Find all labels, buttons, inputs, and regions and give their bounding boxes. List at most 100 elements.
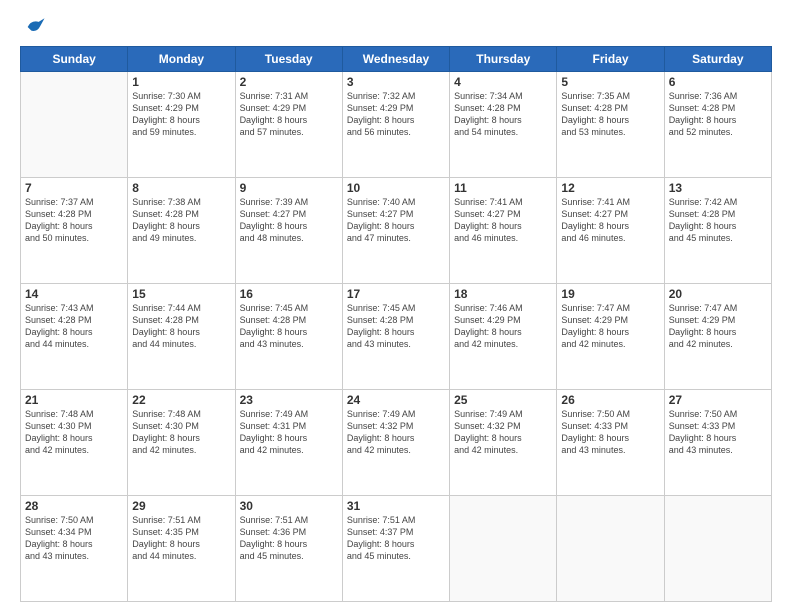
calendar-cell: 18Sunrise: 7:46 AM Sunset: 4:29 PM Dayli…: [450, 284, 557, 390]
calendar-cell: 19Sunrise: 7:47 AM Sunset: 4:29 PM Dayli…: [557, 284, 664, 390]
cell-info: Sunrise: 7:30 AM Sunset: 4:29 PM Dayligh…: [132, 90, 230, 139]
cell-info: Sunrise: 7:49 AM Sunset: 4:32 PM Dayligh…: [454, 408, 552, 457]
calendar-cell: 25Sunrise: 7:49 AM Sunset: 4:32 PM Dayli…: [450, 390, 557, 496]
day-number: 27: [669, 393, 767, 407]
calendar-cell: 5Sunrise: 7:35 AM Sunset: 4:28 PM Daylig…: [557, 72, 664, 178]
day-number: 1: [132, 75, 230, 89]
day-number: 22: [132, 393, 230, 407]
cell-info: Sunrise: 7:41 AM Sunset: 4:27 PM Dayligh…: [454, 196, 552, 245]
day-number: 14: [25, 287, 123, 301]
calendar-week-1: 1Sunrise: 7:30 AM Sunset: 4:29 PM Daylig…: [21, 72, 772, 178]
calendar-cell: 31Sunrise: 7:51 AM Sunset: 4:37 PM Dayli…: [342, 496, 449, 602]
calendar-cell: 28Sunrise: 7:50 AM Sunset: 4:34 PM Dayli…: [21, 496, 128, 602]
day-headers-row: SundayMondayTuesdayWednesdayThursdayFrid…: [21, 47, 772, 72]
logo-icon: [24, 16, 46, 38]
cell-info: Sunrise: 7:43 AM Sunset: 4:28 PM Dayligh…: [25, 302, 123, 351]
day-header-tuesday: Tuesday: [235, 47, 342, 72]
cell-info: Sunrise: 7:51 AM Sunset: 4:35 PM Dayligh…: [132, 514, 230, 563]
calendar-cell: [21, 72, 128, 178]
cell-info: Sunrise: 7:47 AM Sunset: 4:29 PM Dayligh…: [669, 302, 767, 351]
cell-info: Sunrise: 7:50 AM Sunset: 4:33 PM Dayligh…: [561, 408, 659, 457]
cell-info: Sunrise: 7:48 AM Sunset: 4:30 PM Dayligh…: [25, 408, 123, 457]
cell-info: Sunrise: 7:49 AM Sunset: 4:32 PM Dayligh…: [347, 408, 445, 457]
day-number: 2: [240, 75, 338, 89]
calendar-cell: 24Sunrise: 7:49 AM Sunset: 4:32 PM Dayli…: [342, 390, 449, 496]
calendar-cell: 4Sunrise: 7:34 AM Sunset: 4:28 PM Daylig…: [450, 72, 557, 178]
calendar-cell: [664, 496, 771, 602]
calendar-cell: [450, 496, 557, 602]
cell-info: Sunrise: 7:51 AM Sunset: 4:37 PM Dayligh…: [347, 514, 445, 563]
calendar-table: SundayMondayTuesdayWednesdayThursdayFrid…: [20, 46, 772, 602]
cell-info: Sunrise: 7:45 AM Sunset: 4:28 PM Dayligh…: [347, 302, 445, 351]
cell-info: Sunrise: 7:35 AM Sunset: 4:28 PM Dayligh…: [561, 90, 659, 139]
cell-info: Sunrise: 7:37 AM Sunset: 4:28 PM Dayligh…: [25, 196, 123, 245]
day-header-friday: Friday: [557, 47, 664, 72]
day-number: 31: [347, 499, 445, 513]
day-number: 26: [561, 393, 659, 407]
calendar-cell: 21Sunrise: 7:48 AM Sunset: 4:30 PM Dayli…: [21, 390, 128, 496]
cell-info: Sunrise: 7:39 AM Sunset: 4:27 PM Dayligh…: [240, 196, 338, 245]
day-number: 18: [454, 287, 552, 301]
logo: [20, 18, 46, 38]
day-header-wednesday: Wednesday: [342, 47, 449, 72]
calendar-cell: 29Sunrise: 7:51 AM Sunset: 4:35 PM Dayli…: [128, 496, 235, 602]
calendar-cell: 16Sunrise: 7:45 AM Sunset: 4:28 PM Dayli…: [235, 284, 342, 390]
cell-info: Sunrise: 7:38 AM Sunset: 4:28 PM Dayligh…: [132, 196, 230, 245]
day-number: 6: [669, 75, 767, 89]
day-number: 29: [132, 499, 230, 513]
day-number: 10: [347, 181, 445, 195]
calendar-cell: [557, 496, 664, 602]
cell-info: Sunrise: 7:40 AM Sunset: 4:27 PM Dayligh…: [347, 196, 445, 245]
day-number: 8: [132, 181, 230, 195]
day-number: 13: [669, 181, 767, 195]
day-header-saturday: Saturday: [664, 47, 771, 72]
calendar-cell: 1Sunrise: 7:30 AM Sunset: 4:29 PM Daylig…: [128, 72, 235, 178]
calendar-cell: 20Sunrise: 7:47 AM Sunset: 4:29 PM Dayli…: [664, 284, 771, 390]
calendar-cell: 12Sunrise: 7:41 AM Sunset: 4:27 PM Dayli…: [557, 178, 664, 284]
cell-info: Sunrise: 7:51 AM Sunset: 4:36 PM Dayligh…: [240, 514, 338, 563]
calendar-cell: 2Sunrise: 7:31 AM Sunset: 4:29 PM Daylig…: [235, 72, 342, 178]
day-number: 7: [25, 181, 123, 195]
cell-info: Sunrise: 7:34 AM Sunset: 4:28 PM Dayligh…: [454, 90, 552, 139]
calendar-cell: 26Sunrise: 7:50 AM Sunset: 4:33 PM Dayli…: [557, 390, 664, 496]
calendar-body: 1Sunrise: 7:30 AM Sunset: 4:29 PM Daylig…: [21, 72, 772, 602]
day-number: 25: [454, 393, 552, 407]
day-number: 19: [561, 287, 659, 301]
day-number: 23: [240, 393, 338, 407]
day-header-monday: Monday: [128, 47, 235, 72]
day-number: 9: [240, 181, 338, 195]
day-number: 12: [561, 181, 659, 195]
cell-info: Sunrise: 7:31 AM Sunset: 4:29 PM Dayligh…: [240, 90, 338, 139]
cell-info: Sunrise: 7:46 AM Sunset: 4:29 PM Dayligh…: [454, 302, 552, 351]
calendar-cell: 30Sunrise: 7:51 AM Sunset: 4:36 PM Dayli…: [235, 496, 342, 602]
calendar-cell: 6Sunrise: 7:36 AM Sunset: 4:28 PM Daylig…: [664, 72, 771, 178]
day-number: 16: [240, 287, 338, 301]
day-number: 5: [561, 75, 659, 89]
calendar-cell: 22Sunrise: 7:48 AM Sunset: 4:30 PM Dayli…: [128, 390, 235, 496]
calendar-cell: 10Sunrise: 7:40 AM Sunset: 4:27 PM Dayli…: [342, 178, 449, 284]
cell-info: Sunrise: 7:32 AM Sunset: 4:29 PM Dayligh…: [347, 90, 445, 139]
cell-info: Sunrise: 7:44 AM Sunset: 4:28 PM Dayligh…: [132, 302, 230, 351]
calendar-cell: 27Sunrise: 7:50 AM Sunset: 4:33 PM Dayli…: [664, 390, 771, 496]
page: SundayMondayTuesdayWednesdayThursdayFrid…: [0, 0, 792, 612]
cell-info: Sunrise: 7:41 AM Sunset: 4:27 PM Dayligh…: [561, 196, 659, 245]
day-number: 20: [669, 287, 767, 301]
day-number: 4: [454, 75, 552, 89]
cell-info: Sunrise: 7:42 AM Sunset: 4:28 PM Dayligh…: [669, 196, 767, 245]
calendar-cell: 3Sunrise: 7:32 AM Sunset: 4:29 PM Daylig…: [342, 72, 449, 178]
day-number: 30: [240, 499, 338, 513]
calendar-cell: 13Sunrise: 7:42 AM Sunset: 4:28 PM Dayli…: [664, 178, 771, 284]
day-number: 21: [25, 393, 123, 407]
day-header-thursday: Thursday: [450, 47, 557, 72]
calendar-cell: 8Sunrise: 7:38 AM Sunset: 4:28 PM Daylig…: [128, 178, 235, 284]
day-number: 24: [347, 393, 445, 407]
calendar-week-4: 21Sunrise: 7:48 AM Sunset: 4:30 PM Dayli…: [21, 390, 772, 496]
calendar-week-2: 7Sunrise: 7:37 AM Sunset: 4:28 PM Daylig…: [21, 178, 772, 284]
cell-info: Sunrise: 7:36 AM Sunset: 4:28 PM Dayligh…: [669, 90, 767, 139]
day-number: 11: [454, 181, 552, 195]
calendar-cell: 9Sunrise: 7:39 AM Sunset: 4:27 PM Daylig…: [235, 178, 342, 284]
calendar-week-5: 28Sunrise: 7:50 AM Sunset: 4:34 PM Dayli…: [21, 496, 772, 602]
calendar-cell: 14Sunrise: 7:43 AM Sunset: 4:28 PM Dayli…: [21, 284, 128, 390]
day-header-sunday: Sunday: [21, 47, 128, 72]
calendar-cell: 15Sunrise: 7:44 AM Sunset: 4:28 PM Dayli…: [128, 284, 235, 390]
